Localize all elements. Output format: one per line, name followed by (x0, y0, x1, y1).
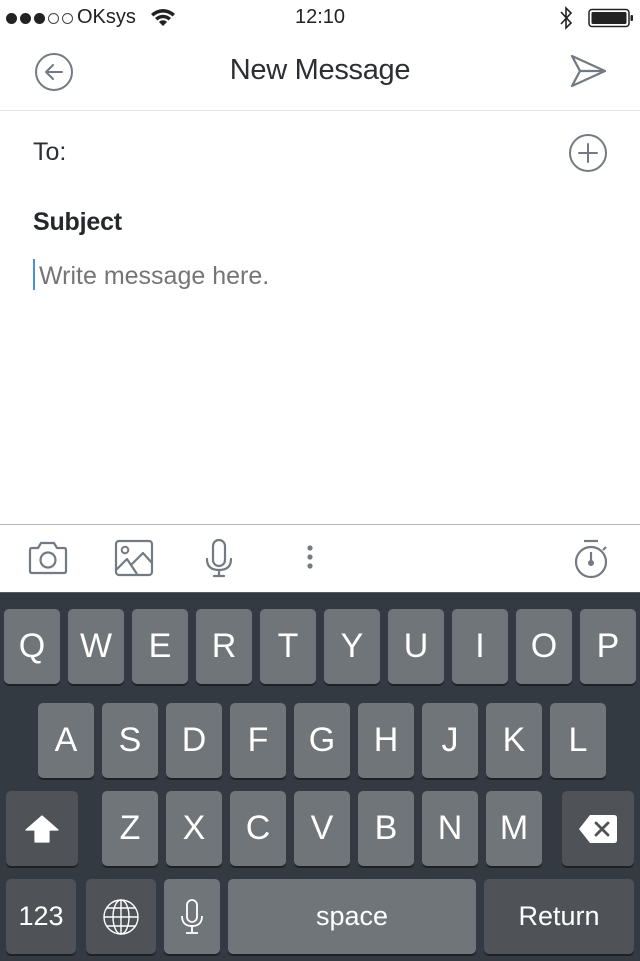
key-label: L (568, 721, 588, 759)
key-q[interactable]: Q (4, 609, 60, 684)
key-o[interactable]: O (516, 609, 572, 684)
image-icon (114, 539, 154, 577)
to-field-input[interactable] (85, 128, 545, 178)
compose-toolbar (0, 524, 640, 593)
keyboard: QWE R T Y U I OP A S D F GH J K L Z X C V B NM 123 space R… (0, 592, 640, 961)
key-label: T (277, 627, 299, 665)
key-label: G (308, 721, 336, 759)
key-l[interactable]: L (550, 703, 606, 778)
microphone-icon (181, 898, 203, 934)
message-body-input[interactable] (33, 258, 599, 294)
globe-icon (103, 898, 139, 935)
space-key-label: space (315, 901, 389, 931)
battery-icon (588, 8, 634, 28)
send-icon (570, 54, 607, 88)
key-y[interactable]: Y (324, 609, 380, 684)
to-field-label: To: (33, 138, 67, 166)
key-d[interactable]: D (166, 703, 222, 778)
key-label: U (403, 627, 429, 665)
return-key-label: Return (518, 901, 600, 931)
shift-key[interactable] (6, 791, 78, 866)
key-u[interactable]: U (388, 609, 444, 684)
key-t[interactable]: T (260, 609, 316, 684)
stopwatch-icon (574, 539, 608, 579)
key-label: Y (340, 627, 364, 665)
key-label: S (118, 721, 142, 759)
more-options-button[interactable] (302, 543, 318, 575)
status-time: 12:10 (294, 6, 346, 28)
key-label: Z (119, 809, 141, 847)
status-bar: OKsys 12:10 (0, 0, 640, 36)
key-label: D (181, 721, 207, 759)
page-title: New Message (229, 54, 411, 86)
key-label: K (502, 721, 526, 759)
key-label: E (148, 627, 172, 665)
key-label: A (54, 721, 78, 759)
key-label: R (211, 627, 237, 665)
plus-circle-icon (569, 134, 607, 172)
key-label: O (530, 627, 558, 665)
key-m[interactable]: M (486, 791, 542, 866)
key-p[interactable]: P (580, 609, 636, 684)
globe-key[interactable] (86, 879, 156, 954)
add-recipient-button[interactable] (568, 133, 608, 173)
key-label: P (596, 627, 620, 665)
backspace-key[interactable] (562, 791, 634, 866)
key-a[interactable]: A (38, 703, 94, 778)
return-key[interactable]: Return (484, 879, 634, 954)
key-b[interactable]: B (358, 791, 414, 866)
space-key[interactable]: space (228, 879, 476, 954)
key-label: B (374, 809, 398, 847)
dictation-key[interactable] (164, 879, 220, 954)
subject-field[interactable]: Subject (33, 208, 122, 237)
key-label: N (437, 809, 463, 847)
key-z[interactable]: Z (102, 791, 158, 866)
key-r[interactable]: R (196, 609, 252, 684)
key-s[interactable]: S (102, 703, 158, 778)
voice-record-button[interactable] (204, 538, 234, 578)
key-n[interactable]: N (422, 791, 478, 866)
shift-icon (25, 814, 59, 843)
bluetooth-icon (558, 6, 574, 30)
key-v[interactable]: V (294, 791, 350, 866)
numbers-key-label: 123 (18, 901, 64, 931)
key-label: C (245, 809, 271, 847)
key-x[interactable]: X (166, 791, 222, 866)
key-f[interactable]: F (230, 703, 286, 778)
key-label: F (247, 721, 269, 759)
navigation-bar: New Message (0, 36, 640, 111)
key-label: M (499, 809, 529, 847)
more-vertical-icon (307, 545, 313, 569)
image-button[interactable] (113, 539, 155, 577)
key-g[interactable]: G (294, 703, 350, 778)
key-label: V (310, 809, 334, 847)
key-c[interactable]: C (230, 791, 286, 866)
key-label: J (441, 721, 459, 759)
message-body-area[interactable] (0, 300, 640, 522)
camera-button[interactable] (27, 540, 69, 576)
key-j[interactable]: J (422, 703, 478, 778)
key-label: W (79, 627, 113, 665)
key-label: X (182, 809, 206, 847)
key-label: Q (18, 627, 46, 665)
key-k[interactable]: K (486, 703, 542, 778)
key-w[interactable]: W (68, 609, 124, 684)
numbers-key[interactable]: 123 (6, 879, 76, 954)
send-button[interactable] (568, 53, 610, 91)
microphone-icon (205, 538, 233, 578)
key-e[interactable]: E (132, 609, 188, 684)
timer-button[interactable] (572, 538, 610, 580)
key-label: H (373, 721, 399, 759)
backspace-icon (579, 814, 617, 843)
camera-icon (28, 541, 68, 575)
key-h[interactable]: H (358, 703, 414, 778)
key-label: I (475, 627, 485, 665)
key-i[interactable]: I (452, 609, 508, 684)
